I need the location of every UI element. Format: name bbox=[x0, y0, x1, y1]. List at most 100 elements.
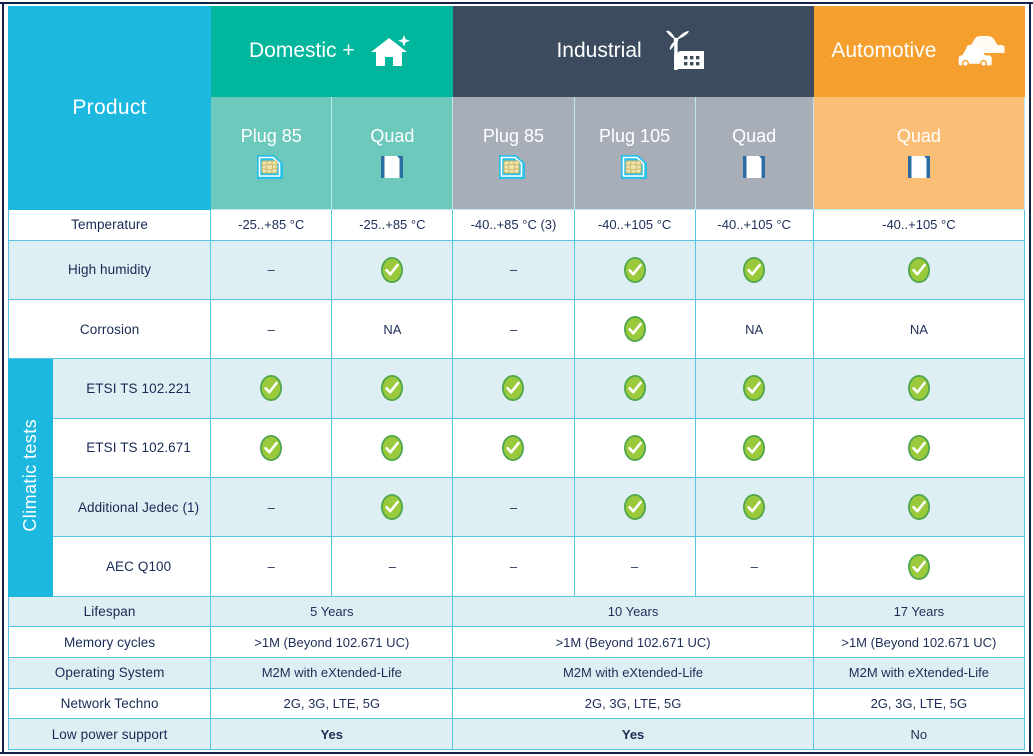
sim-chip-icon bbox=[617, 152, 653, 182]
sim-chip-icon bbox=[253, 152, 289, 182]
table-cell: Yes bbox=[210, 718, 454, 750]
variant-header-5[interactable]: Quad bbox=[812, 96, 1026, 210]
table-row: Lifespan 5 Years 10 Years 17 Years bbox=[7, 595, 1026, 628]
table-cell bbox=[210, 417, 333, 479]
table-cell: NA bbox=[812, 298, 1026, 360]
segment-header-industrial: Industrial bbox=[452, 6, 814, 97]
quad-chip-icon bbox=[903, 152, 935, 182]
factory-windmill-icon bbox=[654, 29, 710, 75]
table-cell bbox=[331, 417, 454, 479]
table-cell: NA bbox=[331, 298, 454, 360]
table-cell: 5 Years bbox=[210, 595, 454, 628]
check-icon bbox=[814, 433, 1024, 463]
check-icon bbox=[814, 373, 1024, 403]
row-label: High humidity bbox=[7, 239, 212, 300]
product-header-cell: Product bbox=[7, 6, 212, 210]
table-cell: -40..+105 °C bbox=[694, 208, 814, 241]
row-label: AEC Q100 bbox=[52, 536, 212, 597]
table-cell: -25..+85 °C bbox=[210, 208, 333, 241]
page-border-left bbox=[2, 2, 4, 754]
segment-label-automotive: Automotive bbox=[831, 39, 937, 62]
variant-header-3[interactable]: Plug 105 bbox=[573, 96, 696, 210]
check-icon bbox=[211, 373, 331, 403]
segment-label-domestic: Domestic + bbox=[248, 39, 355, 62]
table-cell bbox=[331, 239, 454, 300]
house-plus-icon bbox=[367, 32, 415, 72]
table-row: High humidity – – bbox=[7, 239, 1026, 300]
variant-header-2[interactable]: Plug 85 bbox=[452, 96, 575, 210]
check-icon bbox=[814, 492, 1024, 522]
table-row: Memory cycles >1M (Beyond 102.671 UC) >1… bbox=[7, 626, 1026, 658]
product-header-label: Product bbox=[72, 95, 147, 119]
table-row: AEC Q100 – – – – – bbox=[8, 536, 1026, 597]
table-row: Temperature -25..+85 °C -25..+85 °C -40.… bbox=[7, 208, 1026, 241]
variant-label-4: Quad bbox=[732, 125, 777, 146]
segment-header-row: Product Domestic + Industrial Automotive bbox=[7, 6, 1026, 210]
table-cell: – bbox=[452, 298, 575, 360]
variant-label-0: Plug 85 bbox=[240, 125, 302, 146]
check-icon bbox=[211, 433, 331, 463]
table-cell: -40..+85 °C (3) bbox=[452, 208, 575, 241]
check-icon bbox=[814, 552, 1024, 582]
quad-chip-icon bbox=[738, 152, 770, 182]
table-cell: – bbox=[210, 298, 333, 360]
table-cell bbox=[812, 536, 1026, 597]
table-cell: – bbox=[210, 477, 333, 538]
table-cell: – bbox=[573, 536, 696, 597]
variant-label-5: Quad bbox=[896, 125, 941, 146]
check-icon bbox=[575, 314, 695, 344]
check-icon bbox=[814, 255, 1024, 285]
table-cell bbox=[694, 358, 814, 419]
table-cell bbox=[812, 239, 1026, 300]
page-border-top bbox=[0, 2, 1033, 4]
climatic-tests-band: Climatic tests bbox=[7, 358, 54, 597]
table-row: Additional Jedec (1) – – bbox=[8, 477, 1026, 538]
variant-header-1[interactable]: Quad bbox=[331, 96, 454, 210]
table-cell: Yes bbox=[452, 718, 814, 750]
segment-label-industrial: Industrial bbox=[556, 39, 642, 62]
check-icon bbox=[696, 492, 813, 522]
table-cell: M2M with eXtended-Life bbox=[210, 657, 454, 689]
table-row: Operating System M2M with eXtended-Life … bbox=[7, 657, 1026, 689]
table-cell: – bbox=[694, 536, 814, 597]
row-label: Network Techno bbox=[7, 687, 212, 720]
table-cell: -25..+85 °C bbox=[331, 208, 454, 241]
table-cell: NA bbox=[694, 298, 814, 360]
variant-label-1: Quad bbox=[370, 125, 415, 146]
check-icon bbox=[332, 373, 452, 403]
table-row: Corrosion – NA – NA NA bbox=[7, 298, 1026, 360]
table-cell bbox=[812, 358, 1026, 419]
table-cell: M2M with eXtended-Life bbox=[452, 657, 814, 689]
table-cell bbox=[812, 417, 1026, 479]
check-icon bbox=[332, 433, 452, 463]
segment-header-automotive: Automotive bbox=[812, 6, 1026, 97]
variant-header-4[interactable]: Quad bbox=[694, 96, 814, 210]
variant-header-0[interactable]: Plug 85 bbox=[210, 96, 333, 210]
table-row: ETSI TS 102.671 bbox=[8, 417, 1026, 479]
table-cell: -40..+105 °C bbox=[573, 208, 696, 241]
table-cell: 10 Years bbox=[452, 595, 814, 628]
table-cell: M2M with eXtended-Life bbox=[812, 657, 1026, 689]
row-label: Corrosion bbox=[7, 298, 212, 360]
table-cell bbox=[573, 239, 696, 300]
check-icon bbox=[332, 492, 452, 522]
check-icon bbox=[575, 373, 695, 403]
table-cell: 17 Years bbox=[812, 595, 1026, 628]
row-label: Lifespan bbox=[7, 595, 212, 628]
check-icon bbox=[575, 433, 695, 463]
comparison-table-page: Product Domestic + Industrial Automotive… bbox=[0, 0, 1033, 756]
table-cell bbox=[694, 417, 814, 479]
table-row: Low power support Yes Yes No bbox=[7, 718, 1026, 750]
table-cell: No bbox=[812, 718, 1026, 750]
check-icon bbox=[696, 433, 813, 463]
table-row: Network Techno 2G, 3G, LTE, 5G 2G, 3G, L… bbox=[7, 687, 1026, 720]
table-cell: -40..+105 °C bbox=[812, 208, 1026, 241]
table-cell: – bbox=[210, 536, 333, 597]
table-cell: >1M (Beyond 102.671 UC) bbox=[812, 626, 1026, 658]
page-border-right bbox=[1029, 2, 1031, 754]
table-cell: 2G, 3G, LTE, 5G bbox=[210, 687, 454, 720]
table-cell bbox=[573, 417, 696, 479]
table-cell bbox=[812, 477, 1026, 538]
product-comparison-table: Product Domestic + Industrial Automotive… bbox=[7, 6, 1026, 750]
table-cell bbox=[331, 358, 454, 419]
